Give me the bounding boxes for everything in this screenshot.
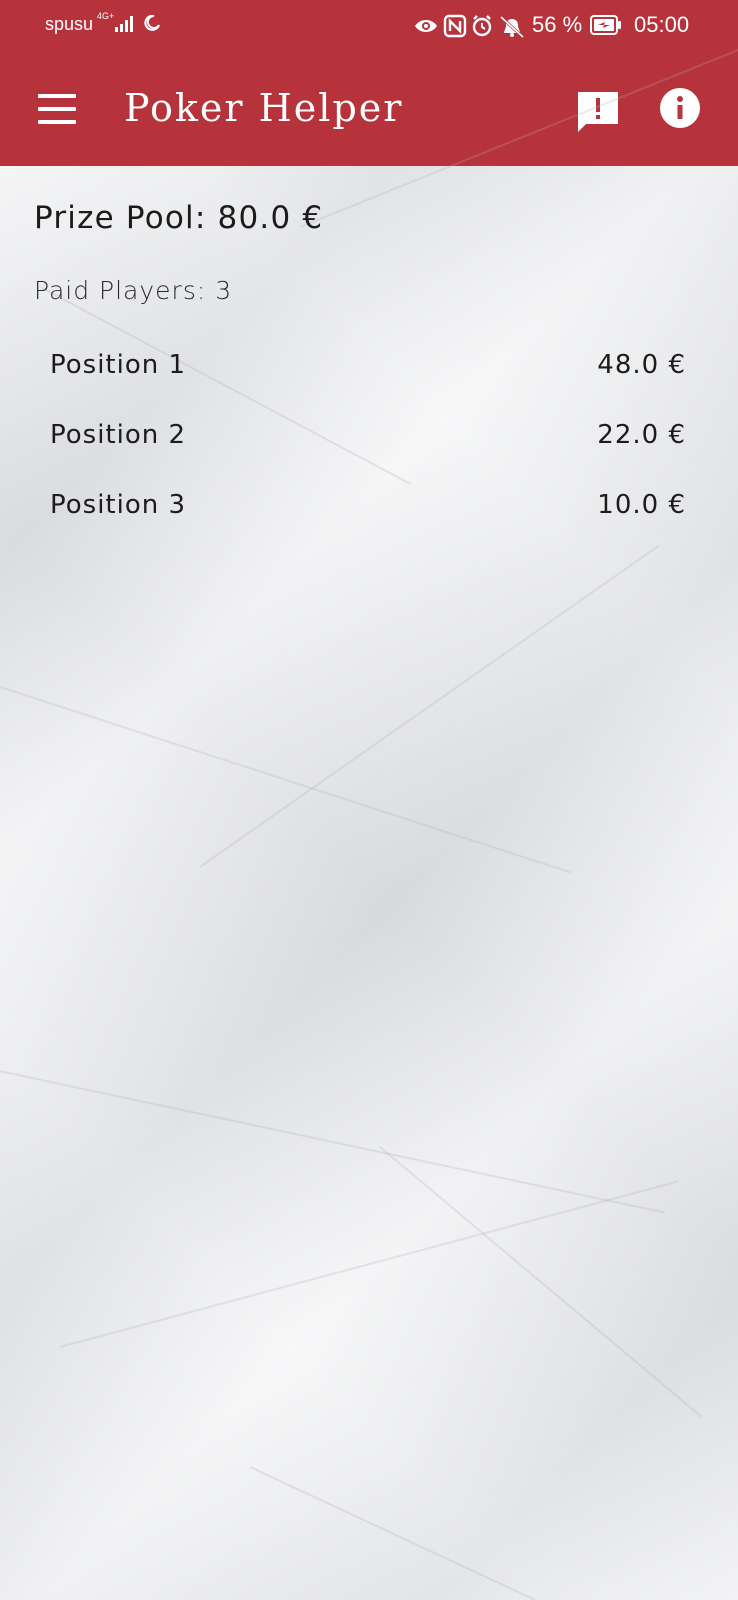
position-label: Position 3 [50,490,187,520]
position-label: Position 1 [50,350,187,380]
clock: 05:00 [634,12,690,37]
list-item: Position 3 10.0 € [0,476,738,526]
battery-charging-icon [590,15,621,35]
app-title: Poker Helper [124,86,404,130]
hamburger-menu-icon[interactable] [36,92,78,126]
app-root: spusu 4G+ 56 % 05:00 Poker Helper Prize … [0,0,738,1600]
position-amount: 22.0 € [597,420,686,450]
list-item: Position 1 48.0 € [0,336,738,386]
bell-off-icon [499,15,525,38]
nfc-icon [443,14,467,38]
position-label: Position 2 [50,420,187,450]
status-icons [415,14,525,38]
status-bar: spusu 4G+ 56 % 05:00 [0,0,738,54]
battery-percent: 56 % [532,12,583,37]
signal-bars-icon [115,16,133,32]
position-amount: 10.0 € [597,490,686,520]
top-bar: spusu 4G+ 56 % 05:00 Poker Helper [0,0,738,166]
position-amount: 48.0 € [597,350,686,380]
info-icon[interactable] [659,87,701,129]
feedback-icon[interactable] [576,88,620,132]
carrier-name: spusu [45,14,94,34]
prize-pool: Prize Pool: 80.0 € [34,200,324,236]
eye-icon [415,20,437,32]
moon-icon [144,15,160,31]
paid-players: Paid Players: 3 [34,276,233,305]
app-bar: Poker Helper [0,54,738,166]
alarm-icon [472,15,492,37]
network-type: 4G+ [97,11,115,21]
list-item: Position 2 22.0 € [0,406,738,456]
